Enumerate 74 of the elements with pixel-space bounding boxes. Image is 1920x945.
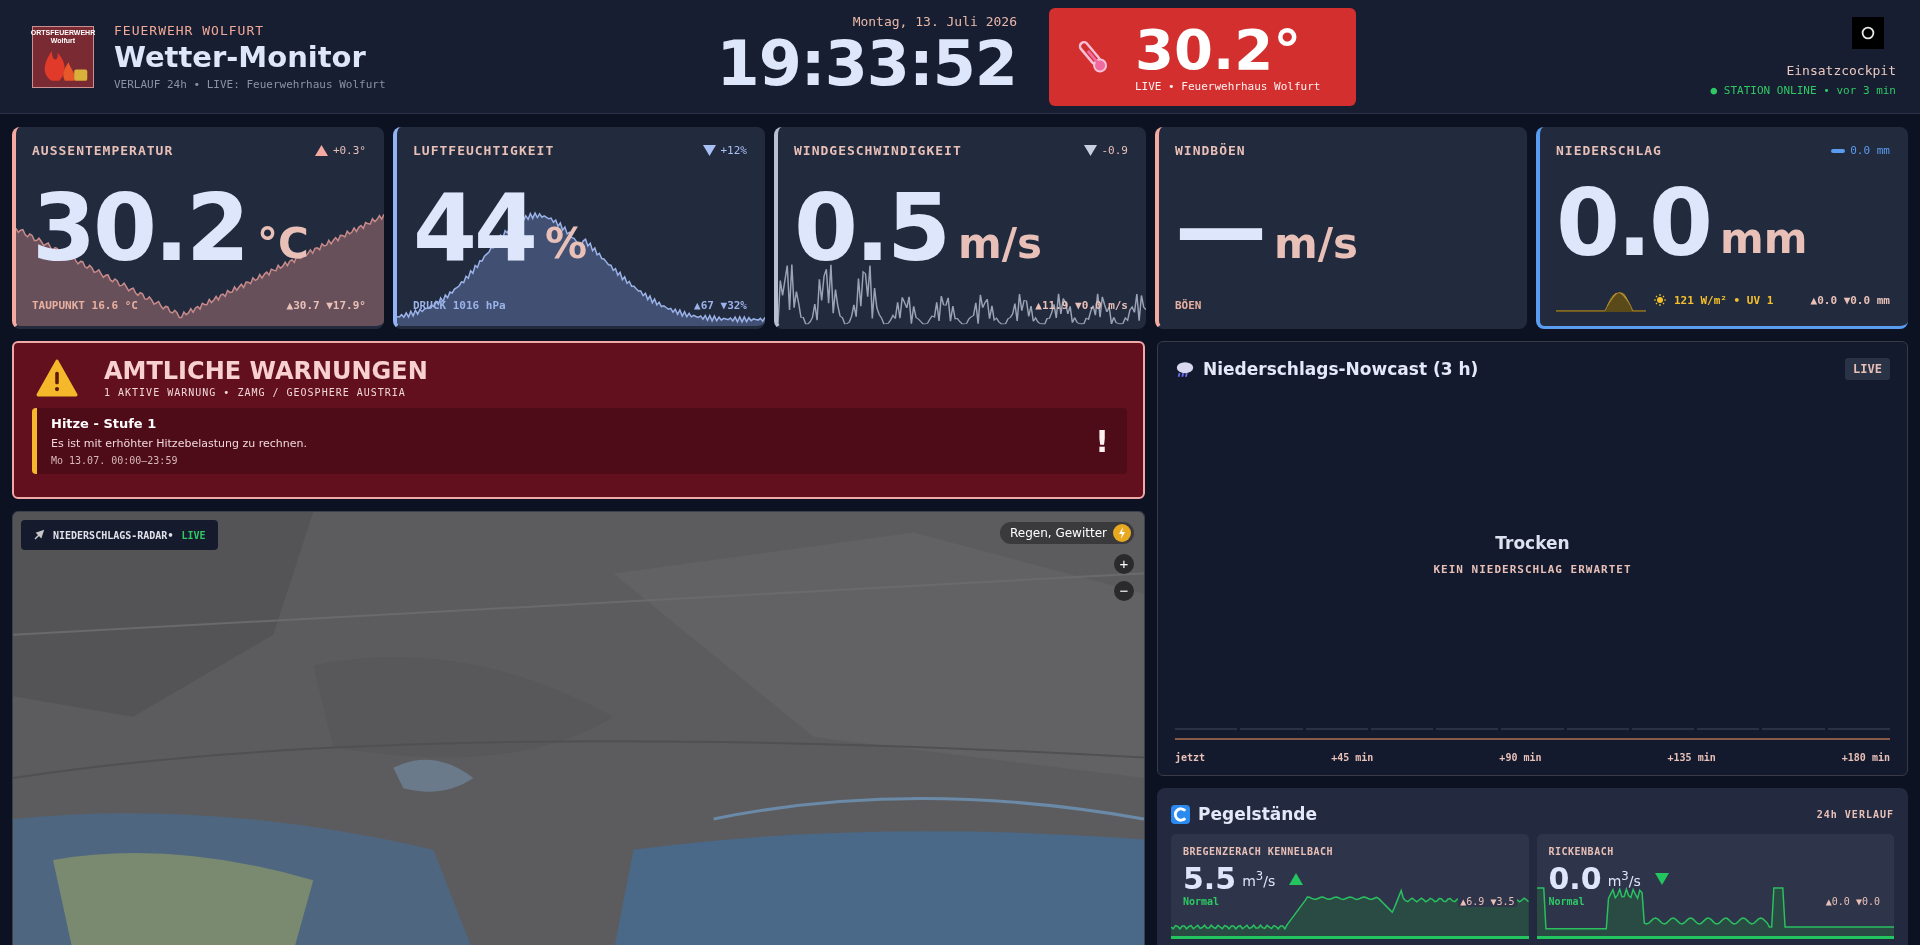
- axis-label: +45 min: [1331, 752, 1374, 763]
- warning-icon: [36, 358, 78, 397]
- trend-up-icon: [314, 145, 328, 156]
- org-name: FEUERWEHR WOLFURT: [114, 22, 266, 38]
- metric-label: NIEDERSCHLAG: [1556, 143, 1662, 158]
- live-indicator: LIVE: [181, 529, 206, 541]
- radar-title: NIEDERSCHLAGS-RADAR•: [53, 529, 174, 541]
- warning-title: Hitze - Stufe 1: [51, 416, 158, 431]
- clock-time: 19:33:52: [716, 29, 1017, 99]
- live-caption: LIVE • Feuerwehrhaus Wolfurt: [1135, 80, 1321, 93]
- lightning-icon: [1113, 524, 1131, 542]
- metric-unit: m/s: [958, 219, 1043, 268]
- gauge-name: RICKENBACH: [1548, 846, 1615, 857]
- metric-footnote: TAUPUNKT 16.6 °C: [32, 299, 138, 312]
- axis-label: +180 min: [1841, 752, 1890, 763]
- gauge-status: Normal: [1183, 896, 1220, 907]
- metric-footnote: 121 W/m² • UV 1: [1674, 293, 1774, 307]
- app-title: Wetter-Monitor: [114, 39, 367, 74]
- logo-icon: [1852, 16, 1884, 49]
- trend-flat-icon: [1831, 148, 1846, 153]
- metric-label: LUFTFEUCHTIGKEIT: [413, 143, 555, 158]
- metric-value: —: [1175, 175, 1264, 282]
- station-status: ● STATION ONLINE • vor 3 min: [1710, 83, 1896, 97]
- metric-unit: °C: [257, 219, 309, 268]
- metric-value: 0.5: [794, 175, 948, 282]
- date-text: Montag, 13. Juli 2026: [852, 14, 1017, 29]
- panel-title: Pegelstände: [1198, 804, 1318, 824]
- forecast-note: KEIN NIEDERSCHLAG ERWARTET: [1433, 562, 1632, 576]
- trend-down-icon: [702, 145, 716, 156]
- warning-mark: !: [1095, 423, 1109, 459]
- metric-label: AUSSENTEMPERATUR: [32, 143, 174, 158]
- metric-label: WINDGESCHWINDIGKEIT: [794, 143, 962, 158]
- metric-range: ▲0.0 ▼0.0 mm: [1810, 293, 1890, 307]
- gauge-name: BREGENZERACH KENNELBACH: [1183, 846, 1334, 857]
- metric-unit: mm: [1720, 213, 1808, 263]
- gauge-unit: m$^{3}$/s: [1242, 868, 1276, 889]
- metric-range: ▲67 ▼32%: [694, 299, 747, 312]
- live-badge: LIVE: [1845, 358, 1890, 380]
- gauge-range: ▲6.9 ▼3.5: [1458, 896, 1517, 907]
- axis-label: jetzt: [1175, 752, 1206, 763]
- subtitle: VERLAUF 24h • LIVE: Feuerwehrhaus Wolfurt: [114, 77, 386, 91]
- layer-selector[interactable]: Regen, Gewitter: [1000, 522, 1134, 544]
- metric-unit: %: [545, 219, 588, 268]
- metric-label: WINDBÖEN: [1175, 143, 1246, 158]
- gauge-value: 5.5: [1183, 861, 1237, 896]
- trend-down-icon: [1654, 872, 1669, 885]
- metric-footnote: BÖEN: [1175, 299, 1202, 312]
- gauge-value: 0.0: [1548, 861, 1602, 896]
- forecast-state: Trocken: [1495, 532, 1570, 553]
- panel-title: Niederschlags-Nowcast (3 h): [1203, 359, 1479, 379]
- live-temperature: 30.2°: [1135, 20, 1303, 80]
- gauge-range: ▲0.0 ▼0.0: [1823, 896, 1882, 907]
- trend-down-icon: [1083, 145, 1097, 156]
- history-label: 24h VERLAUF: [1816, 808, 1894, 820]
- cockpit-label: Einsatzcockpit: [1786, 62, 1896, 78]
- warning-text: Es ist mit erhöhter Hitzebelastung zu rechnen.: [51, 437, 307, 450]
- trend-delta: +0.3°: [332, 144, 366, 157]
- trend-delta: -0.9: [1101, 144, 1128, 157]
- sun-icon: [1654, 294, 1666, 306]
- axis-label: +135 min: [1667, 752, 1716, 763]
- trend-up-icon: [1289, 872, 1304, 885]
- trend-delta: +12%: [720, 144, 747, 157]
- warning-time: Mo 13.07. 00:00–23:59: [51, 455, 179, 466]
- axis-label: +90 min: [1499, 752, 1542, 763]
- metric-value: 0.0: [1556, 169, 1710, 277]
- gauge-status: Normal: [1548, 896, 1585, 907]
- warnings-title: AMTLICHE WARNUNGEN: [104, 357, 428, 385]
- warnings-subtitle: 1 AKTIVE WARNUNG • ZAMG / GEOSPHERE AUSTRIA: [104, 387, 407, 398]
- metric-range: ▲30.7 ▼17.9°: [286, 299, 366, 312]
- metric-value: 30.2: [32, 175, 247, 282]
- trend-delta: 0.0 mm: [1850, 144, 1890, 157]
- rain-cloud-icon: [1175, 360, 1195, 378]
- metric-unit: m/s: [1274, 219, 1359, 268]
- gauge-unit: m$^{3}$/s: [1607, 868, 1641, 889]
